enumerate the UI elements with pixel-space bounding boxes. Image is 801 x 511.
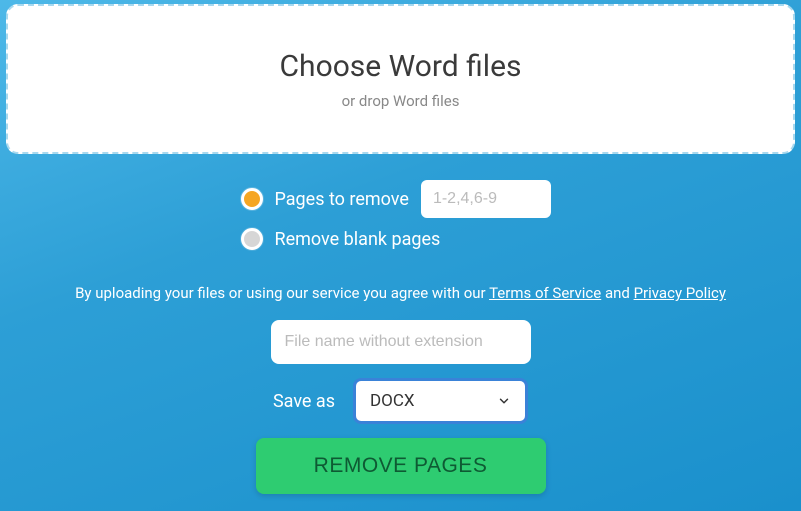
form-area: Save as DOCX REMOVE PAGES: [0, 320, 801, 494]
chevron-down-icon: [497, 394, 511, 408]
radio-pages-to-remove[interactable]: [241, 188, 263, 210]
dropzone-title: Choose Word files: [280, 49, 522, 84]
file-dropzone[interactable]: Choose Word files or drop Word files: [6, 4, 795, 154]
saveas-row: Save as DOCX: [273, 378, 528, 424]
dropzone-subtitle: or drop Word files: [342, 92, 460, 110]
format-select[interactable]: DOCX: [353, 378, 528, 424]
terms-and: and: [601, 284, 633, 302]
option-label-blank[interactable]: Remove blank pages: [275, 229, 441, 250]
option-remove-blank: Remove blank pages: [241, 228, 561, 250]
option-pages-to-remove: Pages to remove: [241, 180, 561, 218]
option-label-pages[interactable]: Pages to remove: [275, 189, 409, 210]
saveas-label: Save as: [273, 391, 335, 412]
terms-prefix: By uploading your files or using our ser…: [75, 284, 489, 302]
pages-range-input[interactable]: [421, 180, 551, 218]
filename-input[interactable]: [271, 320, 531, 364]
terms-text: By uploading your files or using our ser…: [0, 284, 801, 302]
terms-of-service-link[interactable]: Terms of Service: [489, 284, 601, 302]
format-selected-value: DOCX: [370, 391, 415, 411]
remove-pages-button[interactable]: REMOVE PAGES: [256, 438, 546, 494]
options-group: Pages to remove Remove blank pages: [0, 180, 801, 250]
privacy-policy-link[interactable]: Privacy Policy: [634, 284, 726, 302]
radio-remove-blank[interactable]: [241, 228, 263, 250]
